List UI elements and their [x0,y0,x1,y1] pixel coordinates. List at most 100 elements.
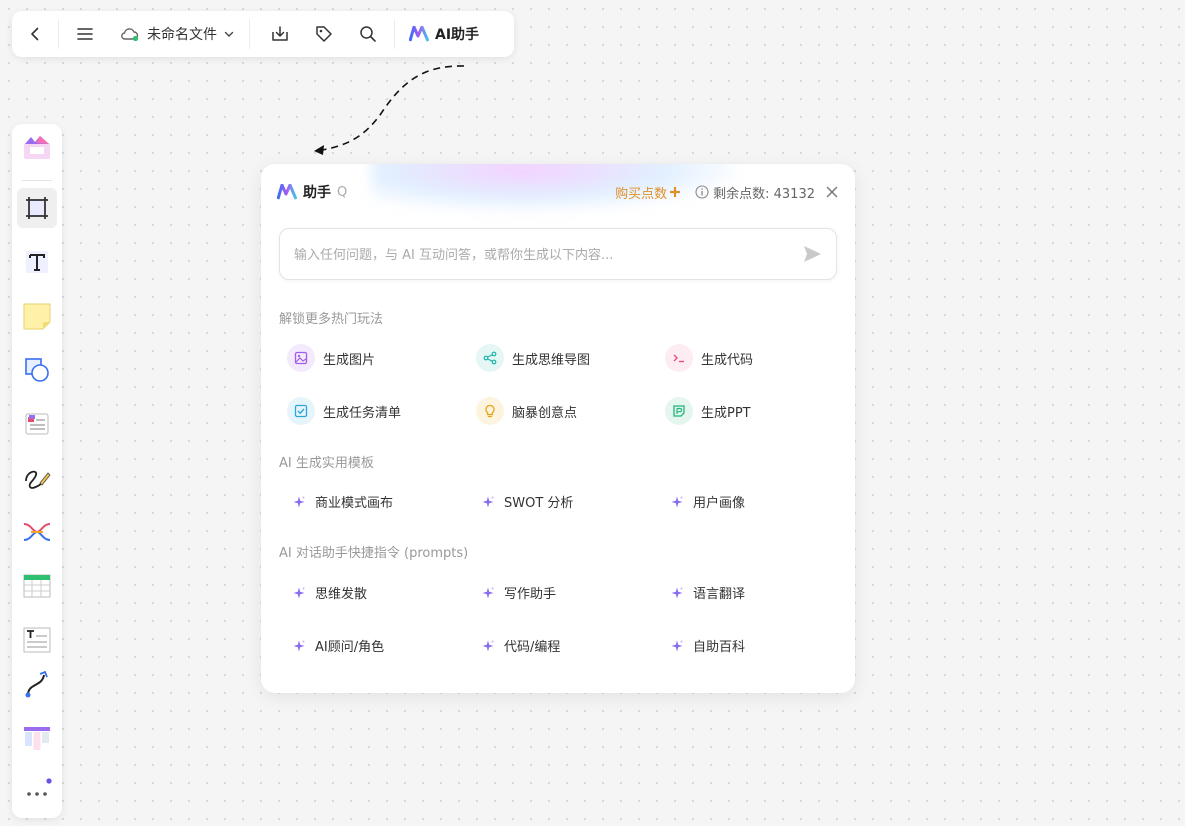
frame-tool[interactable] [17,188,57,228]
connector-arrow [314,65,465,155]
text-box-tool[interactable] [17,620,57,660]
search-icon [360,26,376,42]
remaining-points-label: 剩余点数: 43132 [713,186,815,202]
template-label: 商业模式画布 [315,496,394,511]
tag-button[interactable] [302,11,346,57]
mindmap-icon [23,523,51,541]
hot-action-item[interactable]: 生成代码 [665,344,753,372]
bulb-icon [476,397,504,425]
frame-icon [26,197,48,219]
text-box-icon [23,627,51,653]
hot-action-item[interactable]: 生成任务清单 [287,397,401,425]
prompt-label: 代码/编程 [504,640,561,655]
send-icon [804,246,821,262]
sparkle-icon [482,587,494,598]
close-panel-button[interactable] [825,185,839,199]
connector-tool[interactable] [17,664,57,704]
hot-action-label: 脑暴创意点 [512,405,578,421]
sidebar-divider [22,180,52,181]
app-logo[interactable] [17,128,57,168]
hot-action-item[interactable]: 脑暴创意点 [476,397,577,425]
image-icon [287,344,315,372]
connector-icon [25,670,48,698]
sparkle-icon [293,640,305,651]
remaining-points: 剩余点数: 43132 [695,183,815,202]
left-toolbar [12,124,62,818]
sparkle-icon [671,587,683,598]
file-name: 未命名文件 [147,27,217,43]
menu-icon [77,28,93,40]
checklist-icon [287,397,315,425]
ai-assistant-label: AI助手 [435,27,480,43]
buy-points-button[interactable]: 购买点数 [615,183,681,202]
hot-action-item[interactable]: 生成图片 [287,344,375,372]
hot-action-label: 生成PPT [701,405,751,421]
logo-icon [24,136,50,159]
ai-assistant-button[interactable]: AI助手 [395,24,493,44]
top-toolbar: 未命名文件 AI助手 [12,11,514,57]
pen-tool[interactable] [17,458,57,498]
pen-icon [25,470,51,489]
prompt-label: 写作助手 [504,587,557,602]
info-icon[interactable] [695,185,709,199]
panel-header: 助手 Q 购买点数 剩余点数: 43132 [277,182,839,202]
panel-hotkey: Q [337,184,348,200]
hot-action-label: 生成图片 [323,352,376,368]
template-item[interactable]: 商业模式画布 [293,492,393,511]
template-icon [25,413,49,435]
template-item[interactable]: SWOT 分析 [482,492,573,511]
hot-action-label: 生成任务清单 [323,405,402,421]
shape-tool[interactable] [17,350,57,390]
plus-icon [670,187,681,197]
close-icon [826,186,838,198]
prompt-item[interactable]: 写作助手 [482,583,556,602]
template-label: 用户画像 [693,496,746,511]
code-icon [665,344,693,372]
prompt-label: AI顾问/角色 [315,640,385,655]
menu-button[interactable] [59,11,111,57]
text-icon [26,251,48,273]
prompt-label: 语言翻译 [693,587,746,602]
hot-action-item[interactable]: 生成PPT [665,397,751,425]
text-tool[interactable] [17,242,57,282]
sparkle-icon [671,640,683,651]
back-button[interactable] [12,11,58,57]
table-tool[interactable] [17,566,57,606]
search-button[interactable] [346,11,390,57]
download-icon [272,26,288,41]
shape-icon [25,358,49,382]
tag-icon [316,26,332,42]
ai-logo-icon [277,184,297,200]
chevron-down-icon [224,31,234,37]
sparkle-icon [482,640,494,651]
prompt-item[interactable]: 思维发散 [293,583,367,602]
hot-action-item[interactable]: 生成思维导图 [476,344,590,372]
sparkle-icon [293,587,305,598]
download-button[interactable] [258,11,302,57]
template-tool[interactable] [17,404,57,444]
toolbar-divider [249,19,250,49]
file-name-dropdown[interactable]: 未命名文件 [111,24,247,44]
send-button[interactable] [802,244,822,268]
ai-assistant-panel: 助手 Q 购买点数 剩余点数: 43132 解锁更多热门玩法 生成图片 生成思维导… [261,164,855,693]
prompt-item[interactable]: 语言翻译 [671,583,745,602]
kanban-tool[interactable] [17,718,57,758]
prompt-item[interactable]: 自助百科 [671,636,745,655]
sticky-note-tool[interactable] [17,296,57,336]
template-item[interactable]: 用户画像 [671,492,745,511]
ai-prompt-input[interactable] [294,243,774,267]
ppt-icon [665,397,693,425]
section-prompts-title: AI 对话助手快捷指令 (prompts) [279,546,469,561]
prompt-label: 思维发散 [315,587,368,602]
more-tools-button[interactable] [17,770,57,810]
prompt-item[interactable]: 代码/编程 [482,636,560,655]
ai-logo-icon [409,26,429,42]
section-templates-title: AI 生成实用模板 [279,456,374,471]
panel-title: 助手 [303,185,331,201]
mindmap-tool[interactable] [17,512,57,552]
prompt-item[interactable]: AI顾问/角色 [293,636,384,655]
table-icon [23,574,51,598]
section-hot-title: 解锁更多热门玩法 [279,312,384,327]
cloud-synced-icon [121,28,139,42]
template-label: SWOT 分析 [504,496,574,511]
